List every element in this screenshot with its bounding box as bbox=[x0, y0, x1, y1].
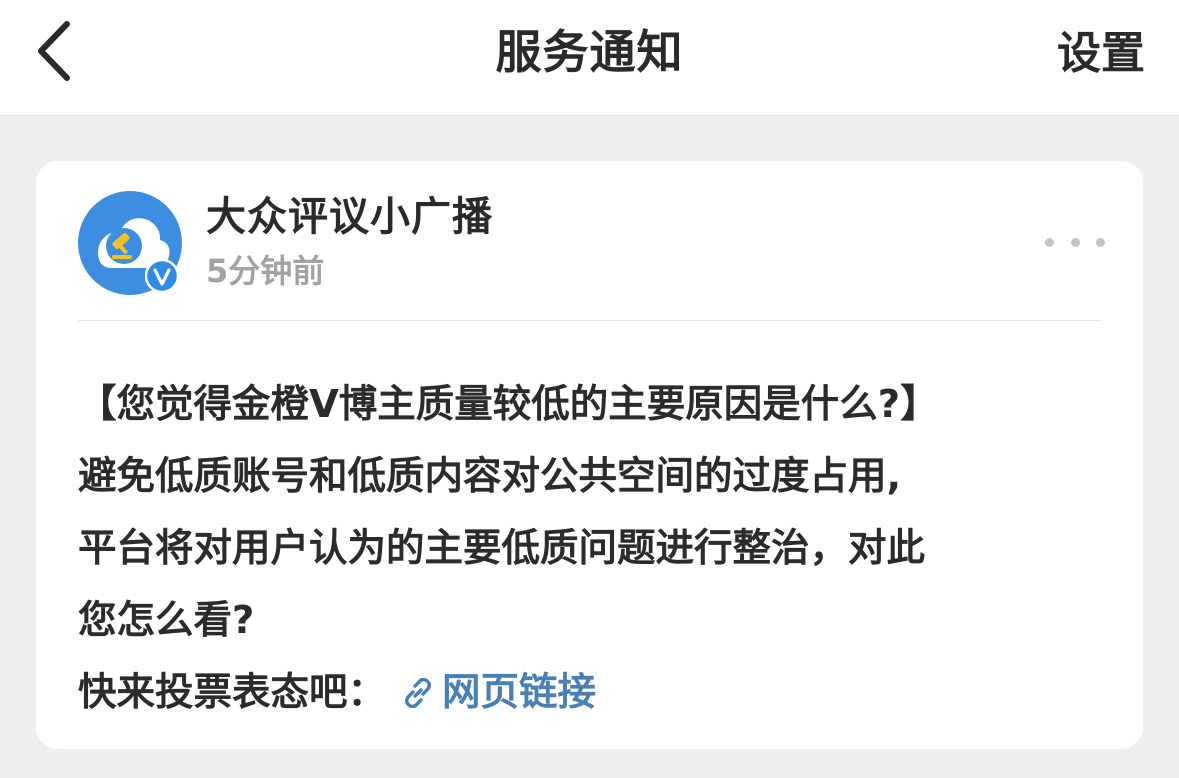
timestamp: 5分钟前 bbox=[206, 252, 325, 290]
more-dot-icon bbox=[1070, 237, 1080, 247]
divider bbox=[78, 320, 1101, 321]
settings-button[interactable]: 设置 bbox=[1057, 24, 1145, 84]
more-dot-icon bbox=[1096, 237, 1105, 247]
message-line: 避免低质账号和低质内容对公共空间的过度占用, bbox=[78, 454, 902, 499]
message-line: 【您觉得金橙Ⅴ博主质量较低的主要原因是什么?】 bbox=[78, 382, 939, 427]
link-label: 网页链接 bbox=[442, 670, 597, 715]
more-dot-icon bbox=[1045, 237, 1054, 247]
message-line: 您怎么看? bbox=[78, 598, 255, 643]
top-nav-bar: 服务通知 设置 bbox=[0, 0, 1179, 116]
page-title: 服务通知 bbox=[495, 25, 684, 79]
verified-v-icon bbox=[144, 258, 180, 294]
message-line: 平台将对用户认为的主要低质问题进行整治，对此 bbox=[78, 526, 926, 571]
link-icon bbox=[405, 677, 431, 709]
more-options-button[interactable] bbox=[1045, 227, 1105, 257]
cta-row: 快来投票表态吧： 网页链接 bbox=[78, 657, 1108, 729]
cta-text: 快来投票表态吧： bbox=[78, 670, 387, 715]
web-link[interactable]: 网页链接 bbox=[400, 657, 596, 729]
verified-badge bbox=[144, 258, 180, 294]
sender-name[interactable]: 大众评议小广播 bbox=[206, 191, 493, 243]
notification-card: 大众评议小广播 5分钟前 【您觉得金橙Ⅴ博主质量较低的主要原因是什么?】 避免低… bbox=[36, 161, 1143, 749]
message-body: 【您觉得金橙Ⅴ博主质量较低的主要原因是什么?】 避免低质账号和低质内容对公共空间… bbox=[78, 369, 1108, 729]
